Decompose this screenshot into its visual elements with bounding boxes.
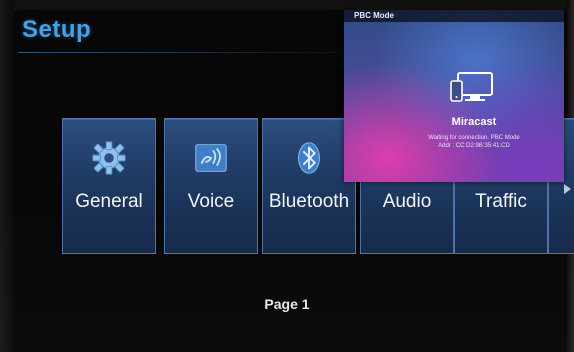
tile-label-audio: Audio <box>382 191 432 212</box>
tile-label-bluetooth: Bluetooth <box>268 191 350 212</box>
page-title: Setup <box>22 16 92 43</box>
page-indicator: Page 1 <box>264 296 310 312</box>
tile-general[interactable]: General <box>62 118 156 254</box>
overlay-header: PBC Mode <box>344 10 564 22</box>
miracast-title: Miracast <box>451 116 497 128</box>
miracast-overlay[interactable]: PBC Mode Miracast Waiting for connection… <box>344 10 564 182</box>
device-address-text: Addr : CC:D2:9B:35:41:CD <box>438 143 510 149</box>
bezel-top <box>0 0 574 10</box>
connection-status-text: Waiting for connection. PBC Mode <box>428 135 520 141</box>
tile-voice[interactable]: Voice <box>164 118 258 254</box>
head-unit-screen: Setup General Voice Bluetooth Audio Traf… <box>0 0 574 352</box>
tile-label-voice: Voice <box>187 191 235 212</box>
voice-icon <box>195 144 227 172</box>
tile-bluetooth[interactable]: Bluetooth <box>262 118 356 254</box>
overlay-header-title: PBC Mode <box>354 11 394 20</box>
miracast-display-icon <box>450 72 493 102</box>
bluetooth-icon <box>298 142 320 174</box>
title-divider <box>18 52 348 53</box>
tile-label-traffic: Traffic <box>475 191 527 212</box>
tile-label-general: General <box>75 191 143 212</box>
scroll-right-arrow-icon[interactable] <box>564 184 571 194</box>
gear-icon <box>92 141 126 175</box>
